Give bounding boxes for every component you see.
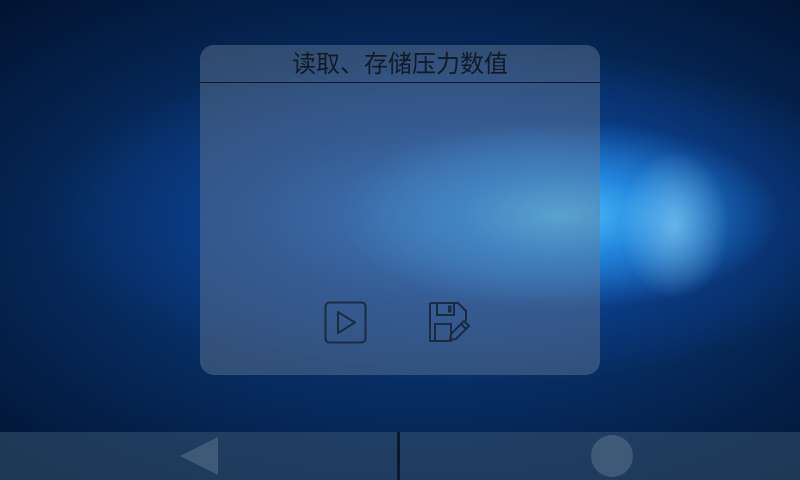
play-icon — [324, 301, 367, 344]
save-button[interactable] — [426, 299, 472, 345]
dialog-title: 读取、存储压力数值 — [200, 45, 600, 83]
home-button[interactable] — [591, 435, 633, 477]
navigation-bar — [0, 432, 800, 480]
desktop-background: { "dialog": { "title": "读取、存储压力数值", "but… — [0, 0, 800, 480]
back-button[interactable] — [175, 434, 225, 478]
wallpaper-glow — [620, 150, 730, 300]
play-button[interactable] — [323, 300, 369, 346]
triangle-back-icon — [180, 437, 218, 475]
nav-divider — [397, 432, 400, 480]
pressure-dialog: 读取、存储压力数值 — [200, 45, 600, 375]
floppy-disk-edit-icon — [429, 302, 470, 342]
